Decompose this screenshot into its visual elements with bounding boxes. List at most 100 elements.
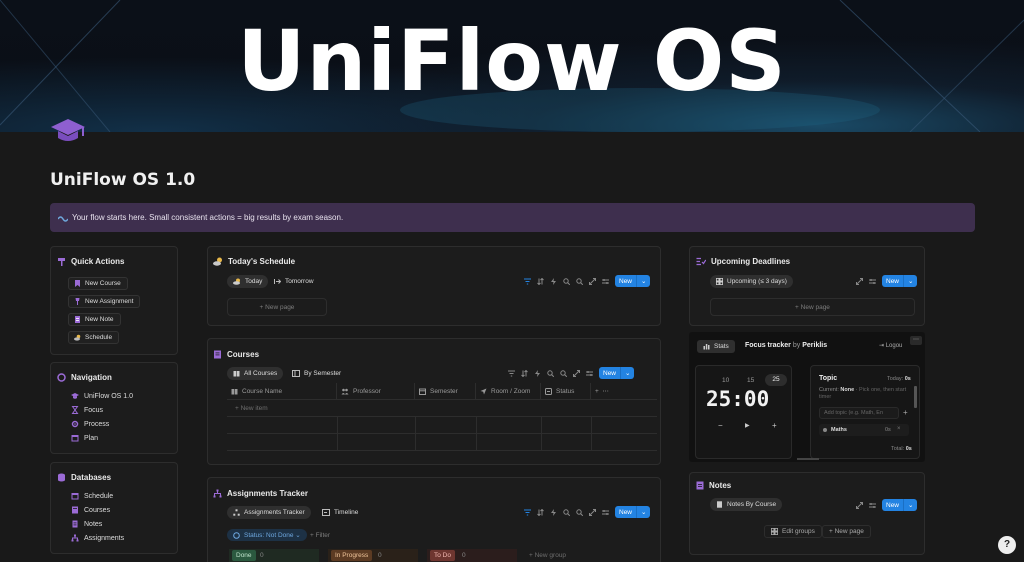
courses-toolbar: New ⌄ <box>508 367 635 379</box>
schedule-new-page[interactable]: + New page <box>227 298 327 316</box>
tab-stats[interactable]: Stats <box>697 340 735 353</box>
search-sparkle-icon[interactable] <box>563 277 570 285</box>
new-course-button[interactable]: New Course <box>68 277 128 290</box>
topic-row-maths[interactable]: Maths 0s × <box>819 424 909 436</box>
settings-sliders-icon[interactable] <box>586 370 593 377</box>
tab-assignments-tracker[interactable]: Assignments Tracker <box>227 506 311 519</box>
remove-topic-icon[interactable]: × <box>897 426 901 432</box>
column-room-zoom[interactable]: Room / Zoom <box>476 383 541 399</box>
tab-tomorrow[interactable]: Tomorrow <box>268 275 320 288</box>
tab-by-semester[interactable]: By Semester <box>286 367 347 380</box>
tab-upcoming[interactable]: Upcoming (≤ 3 days) <box>710 275 793 288</box>
tab-all-courses[interactable]: All Courses <box>227 367 284 380</box>
settings-sliders-icon[interactable] <box>869 278 876 285</box>
book-open-icon <box>233 371 240 377</box>
tab-timeline[interactable]: Timeline <box>316 506 364 519</box>
db-item-assignments[interactable]: Assignments <box>71 534 124 542</box>
preset-15[interactable]: 15 <box>747 377 754 384</box>
expand-icon[interactable] <box>589 277 596 285</box>
settings-sliders-icon[interactable] <box>602 278 609 285</box>
divider <box>476 417 477 450</box>
search-sparkle-icon[interactable] <box>547 369 554 377</box>
chevron-down-icon[interactable]: ⌄ <box>641 277 646 285</box>
nav-item-uniflow[interactable]: UniFlow OS 1.0 <box>71 392 133 400</box>
assignments-new-button[interactable]: New ⌄ <box>615 506 651 518</box>
navigation-title: Navigation <box>57 373 112 382</box>
expand-icon[interactable] <box>573 369 580 377</box>
notes-new-button[interactable]: New ⌄ <box>882 499 918 511</box>
settings-sliders-icon[interactable] <box>602 509 609 516</box>
schedule-button[interactable]: Schedule <box>68 331 120 344</box>
deadlines-new-button[interactable]: New ⌄ <box>882 275 918 287</box>
add-filter-button[interactable]: + Filter <box>304 529 336 541</box>
courses-new-button[interactable]: New ⌄ <box>599 367 635 379</box>
db-item-courses[interactable]: Courses <box>71 506 110 514</box>
play-button[interactable]: ▶ <box>745 422 750 429</box>
arrow-right-icon <box>274 279 281 284</box>
add-column-icon[interactable]: + ⋯ <box>591 383 613 399</box>
notes-toolbar: New ⌄ <box>856 499 918 511</box>
column-professor[interactable]: Professor <box>337 383 415 399</box>
graduation-cap-icon[interactable] <box>50 116 86 146</box>
nav-item-focus[interactable]: Focus <box>71 406 103 414</box>
add-topic-input[interactable]: Add topic (e.g. Math, En <box>819 407 899 419</box>
sort-icon[interactable] <box>537 508 544 516</box>
chevron-down-icon[interactable]: ⌄ <box>641 508 646 516</box>
increment-button[interactable]: + <box>772 421 777 430</box>
tab-today[interactable]: Today <box>227 275 269 288</box>
preset-25[interactable]: 25 <box>765 374 787 386</box>
column-semester[interactable]: Semester <box>415 383 476 399</box>
search-sparkle-icon[interactable] <box>563 508 570 516</box>
resize-handle[interactable] <box>797 458 819 460</box>
lightning-icon[interactable] <box>534 369 541 377</box>
add-topic-button[interactable]: + <box>903 408 908 417</box>
filter-icon[interactable] <box>524 278 531 285</box>
decrement-button[interactable]: − <box>718 421 723 430</box>
edit-groups-button[interactable]: Edit groups <box>764 525 822 538</box>
divider <box>227 433 657 434</box>
status-filter[interactable]: Status: Not Done ⌄ <box>227 529 307 541</box>
chevron-down-icon[interactable]: ⌄ <box>908 277 913 285</box>
settings-sliders-icon[interactable] <box>869 502 876 509</box>
expand-icon[interactable] <box>589 508 596 516</box>
lightning-icon[interactable] <box>550 277 557 285</box>
logout-button[interactable]: ⇥ Logou <box>879 342 902 349</box>
sort-icon[interactable] <box>537 277 544 285</box>
expand-icon[interactable] <box>856 501 863 509</box>
nav-item-plan[interactable]: Plan <box>71 434 98 442</box>
db-item-notes[interactable]: Notes <box>71 520 102 528</box>
new-item-row[interactable]: + New item <box>231 400 268 416</box>
filter-icon[interactable] <box>524 509 531 516</box>
filter-icon[interactable] <box>508 370 515 377</box>
divider <box>227 416 657 417</box>
db-item-schedule[interactable]: Schedule <box>71 492 113 500</box>
help-icon[interactable]: ? <box>998 536 1016 554</box>
expand-icon[interactable] <box>856 277 863 285</box>
tab-notes-by-course[interactable]: Notes By Course <box>710 498 783 511</box>
chevron-down-icon[interactable]: ⌄ <box>625 369 630 377</box>
focus-tracker-widget: Stats Focus tracker by Periklis ⇥ Logou … <box>689 332 925 462</box>
column-course-name[interactable]: Course Name <box>227 383 337 399</box>
schedule-new-button[interactable]: New ⌄ <box>615 275 651 287</box>
search-icon[interactable] <box>576 508 583 516</box>
notes-new-page-button[interactable]: + New page <box>822 525 871 538</box>
grid-icon <box>716 278 723 285</box>
chevron-down-icon[interactable]: ⌄ <box>908 501 913 509</box>
scrollbar[interactable] <box>914 386 917 408</box>
search-icon[interactable] <box>576 277 583 285</box>
new-note-button[interactable]: New Note <box>68 313 121 326</box>
deadlines-new-page[interactable]: + New page <box>710 298 915 316</box>
hierarchy-icon <box>213 489 222 498</box>
preset-10[interactable]: 10 <box>722 377 729 384</box>
sort-icon[interactable] <box>521 369 528 377</box>
lightning-icon[interactable] <box>550 508 557 516</box>
new-group-button[interactable]: + New group <box>529 552 566 559</box>
more-icon[interactable]: ⋯ <box>910 336 922 345</box>
nav-item-process[interactable]: Process <box>71 420 109 428</box>
column-status[interactable]: Status <box>541 383 591 399</box>
search-icon[interactable] <box>560 369 567 377</box>
divider <box>227 399 657 400</box>
page-title: UniFlow OS 1.0 <box>50 170 196 190</box>
divider <box>591 417 592 450</box>
new-assignment-button[interactable]: New Assignment <box>68 295 141 308</box>
